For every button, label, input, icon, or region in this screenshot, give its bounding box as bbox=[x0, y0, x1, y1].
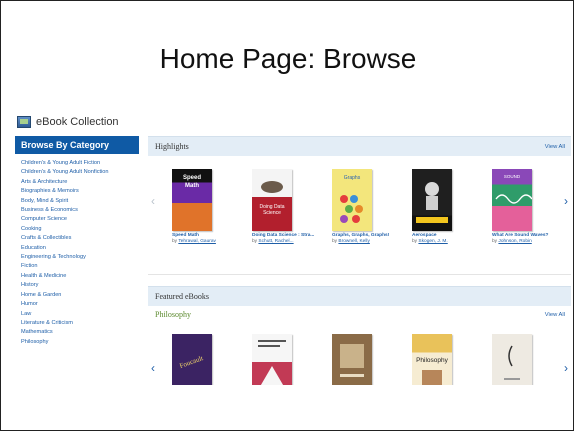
sound-waves-cover-art-icon: SOUND bbox=[495, 174, 533, 204]
category-list: Children's & Young Adult Fiction Childre… bbox=[15, 154, 139, 347]
category-link[interactable]: Education bbox=[21, 244, 139, 253]
browse-by-category-heading: Browse By Category bbox=[15, 136, 139, 154]
philosophy-book-cover-art-icon bbox=[504, 345, 520, 380]
highlights-view-all-link[interactable]: View All bbox=[545, 144, 565, 150]
category-link[interactable]: Engineering & Technology bbox=[21, 253, 139, 262]
category-link[interactable]: Law bbox=[21, 310, 139, 319]
category-link[interactable]: Mathematics bbox=[21, 328, 139, 337]
philosophy-row-header: Philosophy View All bbox=[148, 306, 571, 323]
category-link[interactable]: Arts & Architecture bbox=[21, 178, 139, 187]
philosophy-subcategory-title: Philosophy bbox=[155, 310, 192, 319]
category-link[interactable]: Biographies & Memoirs bbox=[21, 187, 139, 196]
svg-text:Graphs: Graphs bbox=[344, 175, 361, 181]
category-link[interactable]: Business & Economics bbox=[21, 206, 139, 215]
highlights-header: Highlights View All bbox=[148, 136, 571, 156]
svg-text:Speed: Speed bbox=[183, 175, 201, 181]
category-link[interactable]: Children's & Young Adult Fiction bbox=[21, 159, 139, 168]
book-cover[interactable]: Doing Data Science bbox=[252, 169, 292, 231]
category-link[interactable]: Computer Science bbox=[21, 215, 139, 224]
category-sidebar: Browse By Category Children's & Young Ad… bbox=[15, 136, 139, 385]
book-title[interactable]: Doing Data Science : Stra... by Schutt, … bbox=[252, 233, 316, 244]
book-cover[interactable]: Philosophy bbox=[412, 334, 452, 385]
category-link[interactable]: Humor bbox=[21, 300, 139, 309]
slide-title: Home Page: Browse bbox=[159, 43, 417, 74]
svg-text:Math: Math bbox=[185, 183, 199, 189]
svg-text:SOUND: SOUND bbox=[504, 174, 521, 179]
svg-text:Foucault: Foucault bbox=[178, 354, 204, 370]
book-cover[interactable]: Foucault bbox=[172, 334, 212, 385]
category-link[interactable]: Body, Mind & Spirit bbox=[21, 197, 139, 206]
book-title[interactable]: What Are Sound Waves? by Johnson, Robin bbox=[492, 233, 556, 244]
category-link[interactable]: Crafts & Collectibles bbox=[21, 234, 139, 243]
main-content: Highlights View All ‹ › Speed Math Speed… bbox=[148, 136, 571, 385]
featured-ebooks-header: Featured eBooks bbox=[148, 286, 571, 306]
graphs-cover-art-icon: Graphs bbox=[340, 175, 363, 223]
highlights-prev-arrow-icon[interactable]: ‹ bbox=[148, 195, 158, 207]
philosophy-book-cover-art-icon: Foucault bbox=[178, 354, 204, 370]
philosophy-book-cover-art-icon bbox=[258, 340, 286, 385]
category-link[interactable]: Fiction bbox=[21, 262, 139, 271]
book-title[interactable]: Speed Math by Tehrawal, Gaurav bbox=[172, 233, 236, 244]
featured-ebooks-title: Featured eBooks bbox=[155, 292, 209, 301]
book-cover[interactable]: Speed Math bbox=[172, 169, 212, 231]
highlights-next-arrow-icon[interactable]: › bbox=[561, 195, 571, 207]
featured-next-arrow-icon[interactable]: › bbox=[561, 362, 571, 374]
book-cover[interactable] bbox=[492, 334, 532, 385]
category-link[interactable]: Cooking bbox=[21, 225, 139, 234]
ebook-collection-icon bbox=[17, 116, 31, 128]
astronaut-cover-art-icon bbox=[416, 182, 448, 223]
ebook-collection-header: eBook Collection bbox=[15, 113, 119, 131]
section-divider bbox=[148, 274, 571, 275]
slide: Home Page: Browse eBook Collection Brows… bbox=[0, 0, 574, 431]
book-cover[interactable] bbox=[252, 334, 292, 385]
featured-view-all-link[interactable]: View All bbox=[545, 312, 565, 318]
animal-cover-art-icon: Doing Data Science bbox=[259, 181, 285, 216]
book-cover[interactable] bbox=[332, 334, 372, 385]
philosophy-book-cover-art-icon: Philosophy bbox=[416, 357, 449, 385]
ebook-collection-title: eBook Collection bbox=[36, 116, 119, 128]
category-link[interactable]: Health & Medicine bbox=[21, 272, 139, 281]
book-cover[interactable]: SOUND bbox=[492, 169, 533, 231]
philosophy-book-cover-art-icon bbox=[340, 344, 364, 377]
book-cover[interactable] bbox=[412, 169, 452, 231]
svg-text:Philosophy: Philosophy bbox=[416, 357, 449, 364]
highlights-title: Highlights bbox=[155, 142, 189, 151]
svg-text:Science: Science bbox=[263, 210, 281, 216]
category-link[interactable]: Home & Garden bbox=[21, 291, 139, 300]
category-link[interactable]: Literature & Criticism bbox=[21, 319, 139, 328]
category-link[interactable]: History bbox=[21, 281, 139, 290]
ebook-screenshot: eBook Collection Browse By Category Chil… bbox=[15, 113, 571, 385]
category-link[interactable]: Children's & Young Adult Nonfiction bbox=[21, 168, 139, 177]
book-cover[interactable]: Graphs bbox=[332, 169, 372, 231]
featured-prev-arrow-icon[interactable]: ‹ bbox=[148, 362, 158, 374]
book-title[interactable]: Graphs, Graphs, Graphs! by Brownell, Kel… bbox=[332, 233, 396, 244]
category-link[interactable]: Philosophy bbox=[21, 338, 139, 347]
book-title[interactable]: Aerospace by Skogen, J. M. bbox=[412, 233, 476, 244]
speed-math-cover-art-icon: Speed Math bbox=[183, 175, 201, 189]
